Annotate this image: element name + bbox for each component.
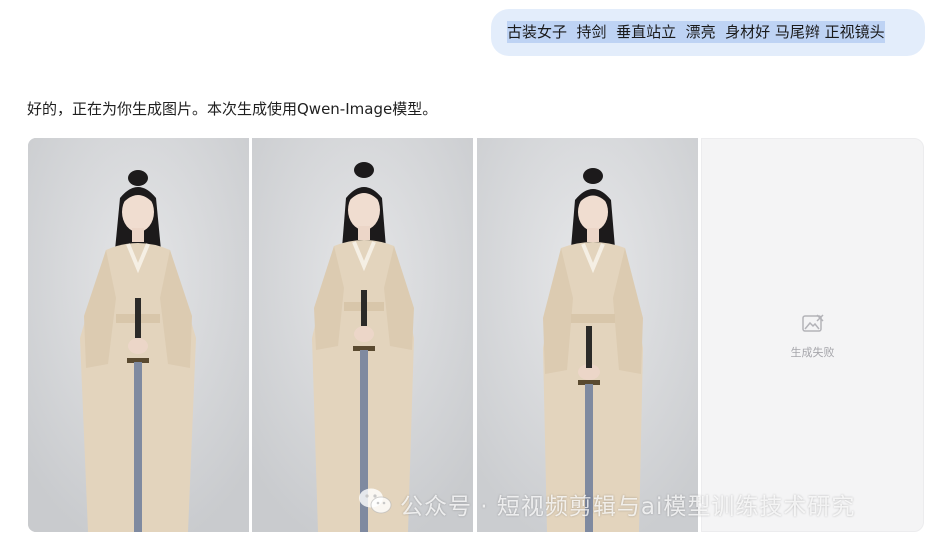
wechat-icon [358,487,392,521]
watermark-text: 公众号 · 短视频剪辑与ai模型训练技术研究 [400,494,856,520]
user-message-bubble: 古装女子 持剑 垂直站立 漂亮 身材好 马尾辫 正视镜头 [491,9,925,56]
generated-image-2[interactable] [252,138,473,532]
user-message-text: 古装女子 持剑 垂直站立 漂亮 身材好 马尾辫 正视镜头 [507,21,885,43]
watermark: 公众号 · 短视频剪辑与ai模型训练技术研究 [358,488,855,520]
generated-image-3[interactable] [477,138,698,532]
failed-generation-tile: 生成失败 [701,138,924,532]
broken-image-icon [802,314,824,338]
generated-image-1[interactable] [28,138,249,532]
image-gallery: 生成失败 [28,138,924,532]
assistant-reply-text: 好的，正在为你生成图片。本次生成使用Qwen-Image模型。 [27,100,438,118]
failed-label: 生成失败 [790,346,835,359]
